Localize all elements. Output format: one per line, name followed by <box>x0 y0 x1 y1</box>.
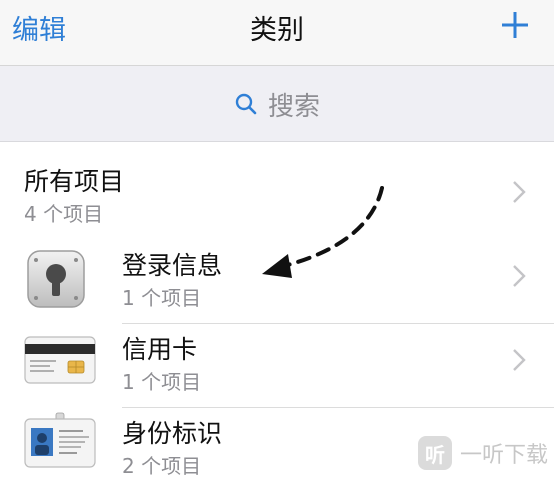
category-count: 4 个项目 <box>24 202 104 226</box>
search-placeholder: 搜索 <box>267 91 320 122</box>
chevron-right-icon <box>513 181 526 203</box>
navigation-bar: 编辑 类别 <box>0 0 554 66</box>
watermark-badge-text: 听 <box>424 442 445 467</box>
category-count: 1 个项目 <box>122 370 202 394</box>
category-title: 身份标识 <box>122 419 223 448</box>
search-icon <box>235 93 257 115</box>
page-title: 类别 <box>250 15 304 46</box>
category-count: 2 个项目 <box>122 454 202 478</box>
keyhole-safe-icon <box>27 250 85 308</box>
watermark: 听 一听下载 <box>417 436 548 470</box>
category-count: 1 个项目 <box>122 286 202 310</box>
category-title: 所有项目 <box>24 167 125 196</box>
watermark-text: 一听下载 <box>459 443 548 468</box>
category-row-credit-cards[interactable]: 信用卡 1 个项目 <box>0 324 554 408</box>
category-title: 信用卡 <box>122 335 198 364</box>
search-input[interactable]: 搜索 <box>12 78 542 130</box>
category-title: 登录信息 <box>122 251 223 280</box>
chevron-right-icon <box>513 349 526 371</box>
plus-icon[interactable] <box>500 10 530 40</box>
dashed-arrow-annotation <box>262 186 384 278</box>
id-card-icon <box>24 412 96 468</box>
credit-card-icon <box>24 336 96 384</box>
watermark-badge: 听 <box>417 436 452 470</box>
search-bar: 搜索 <box>0 66 554 142</box>
edit-button[interactable]: 编辑 <box>12 8 66 47</box>
chevron-right-icon <box>513 265 526 287</box>
